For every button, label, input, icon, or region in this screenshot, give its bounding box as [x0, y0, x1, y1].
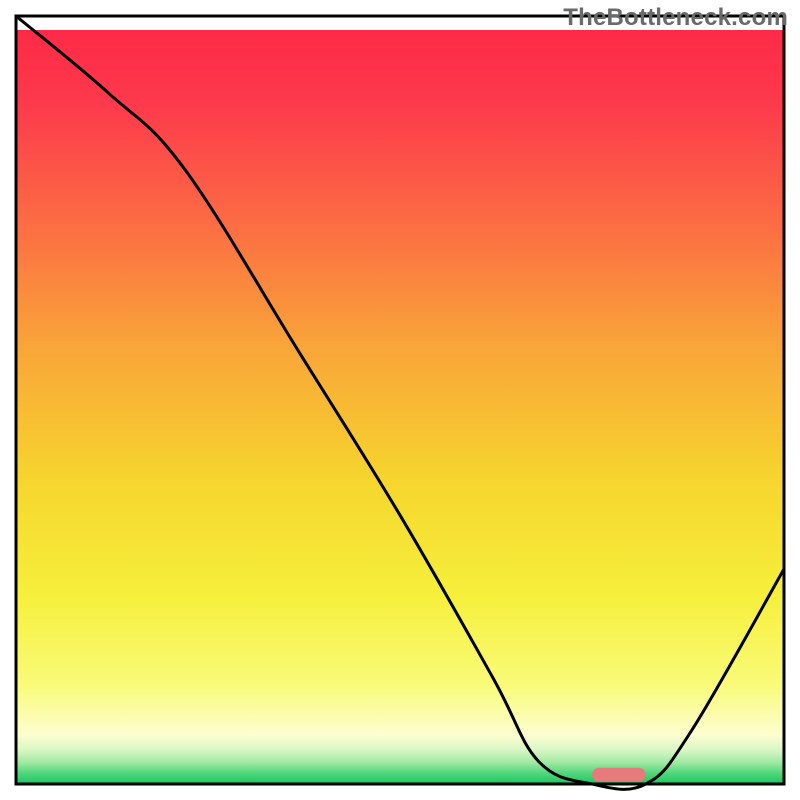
- gradient-background: [16, 30, 784, 784]
- bottleneck-chart: [0, 0, 800, 800]
- chart-container: TheBottleneck.com: [0, 0, 800, 800]
- optimal-marker: [592, 768, 646, 782]
- plot-area: [16, 16, 784, 789]
- watermark-text: TheBottleneck.com: [563, 4, 788, 32]
